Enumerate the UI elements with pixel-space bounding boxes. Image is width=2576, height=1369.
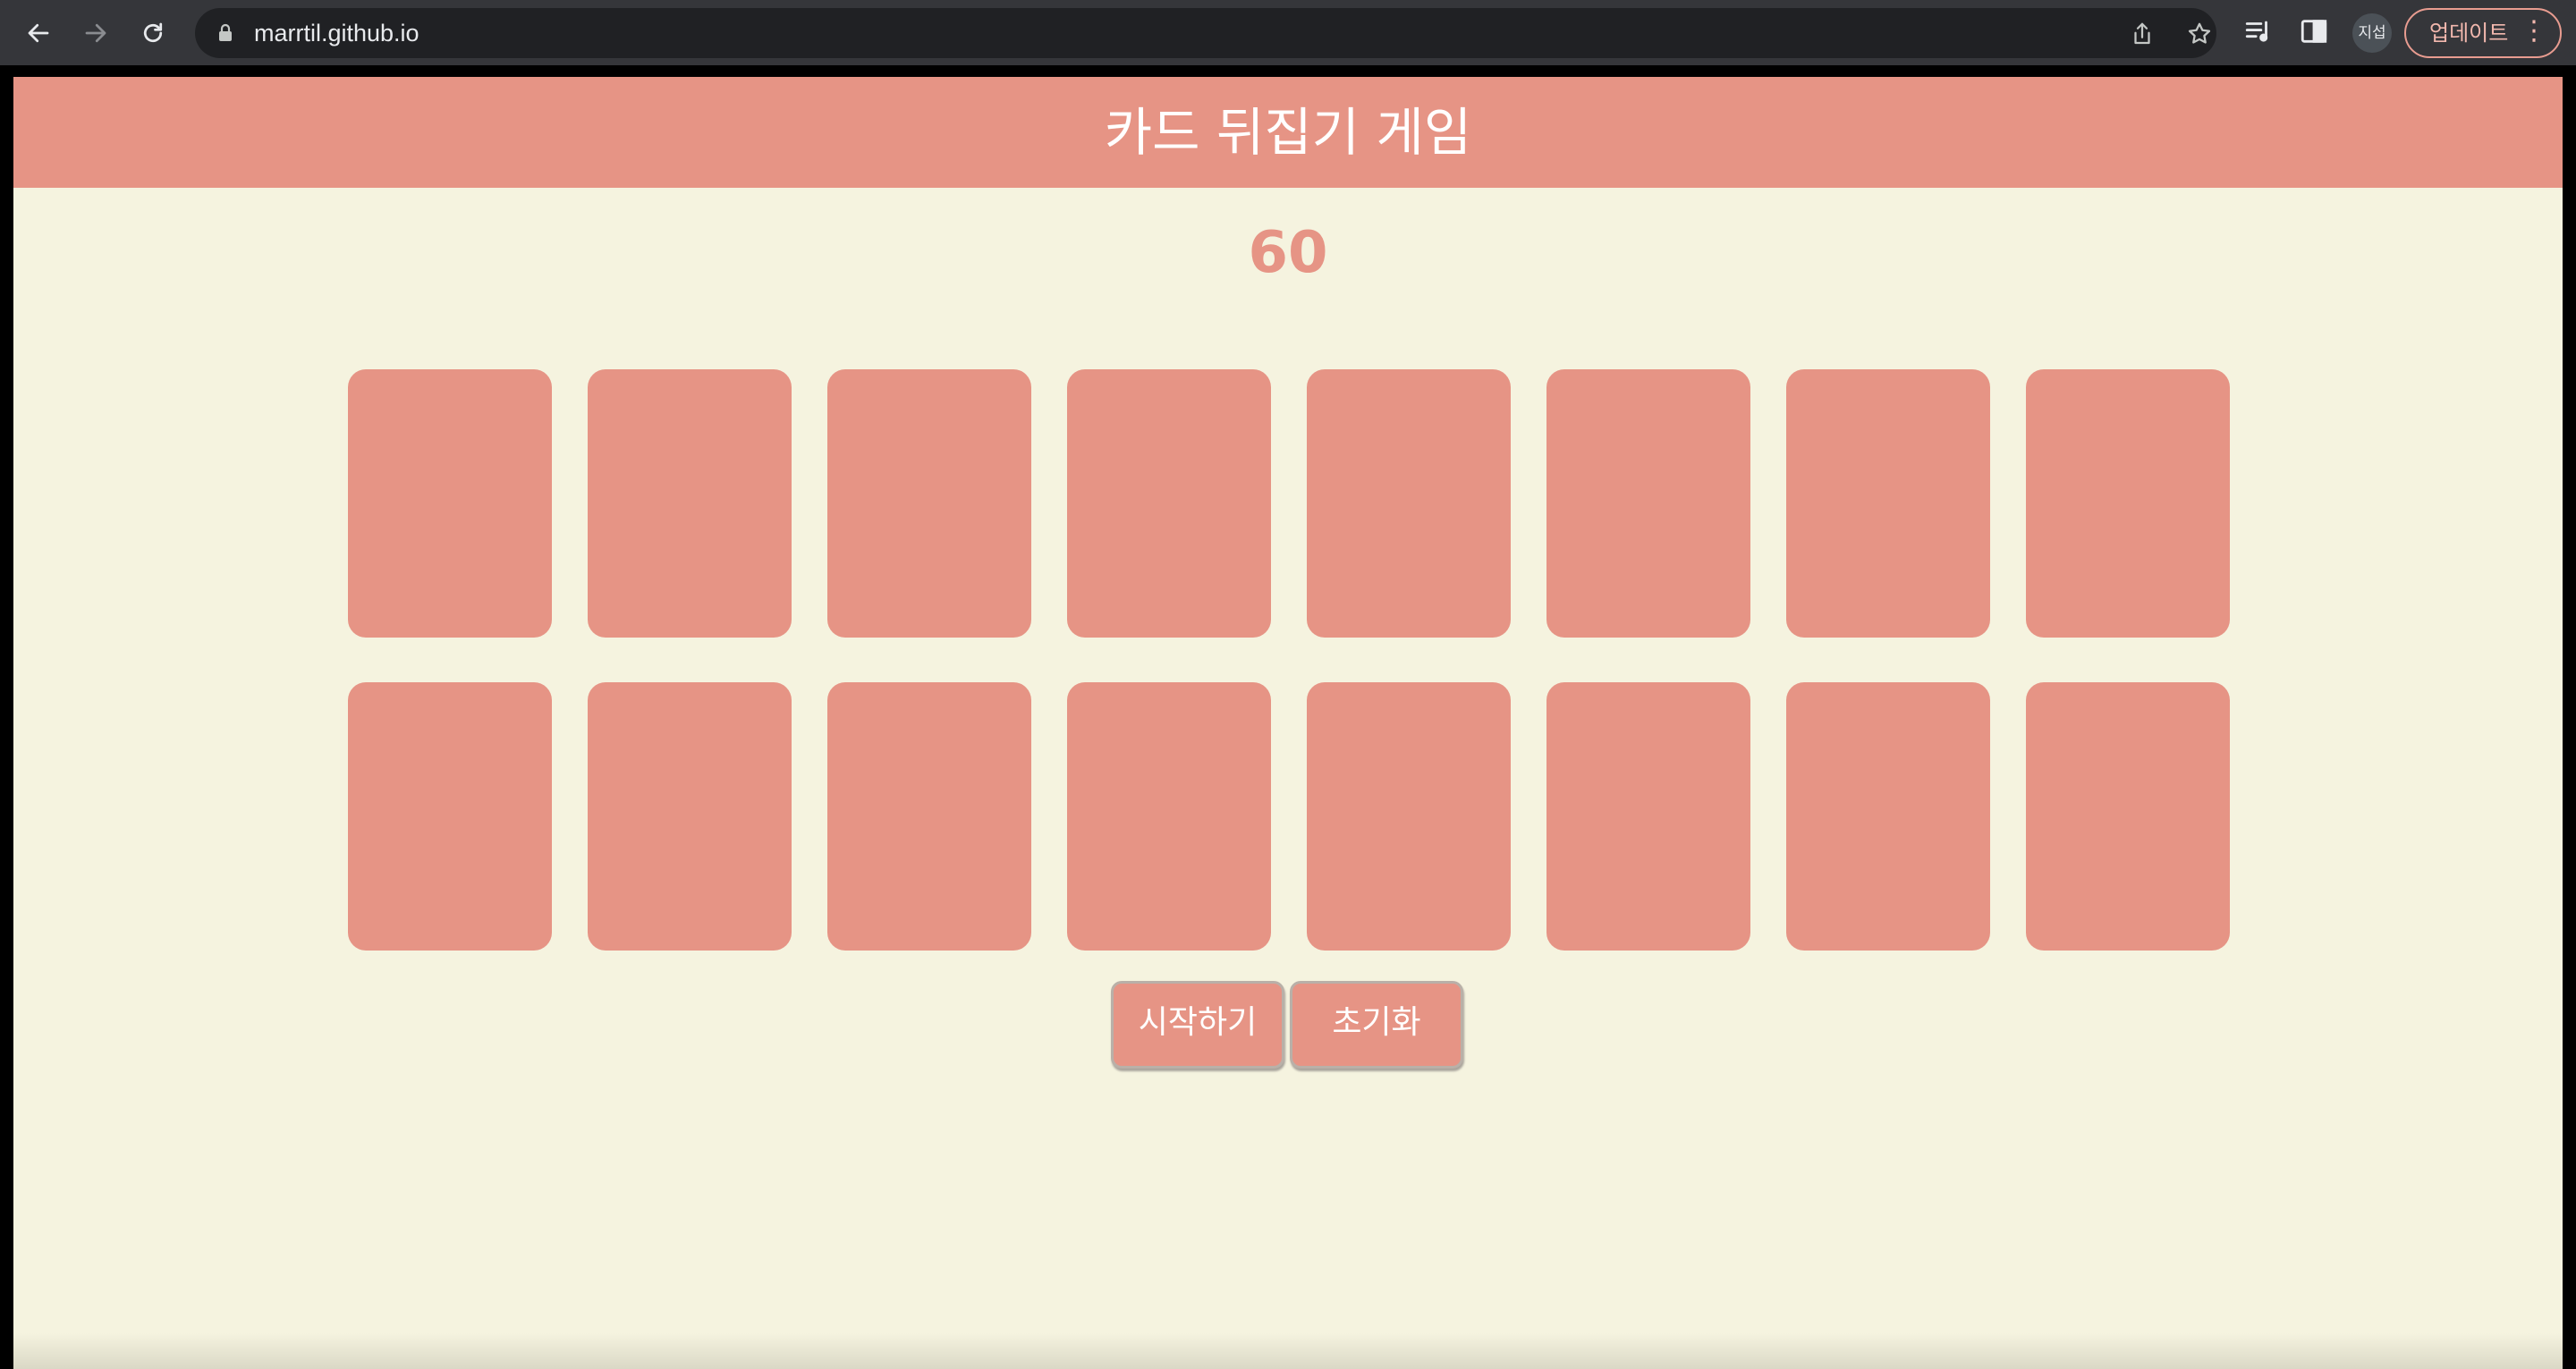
card-r2-c2[interactable] xyxy=(588,682,792,951)
share-icon[interactable] xyxy=(2129,21,2156,47)
page-viewport: 카드 뒤집기 게임 60 시작하기 초기화 xyxy=(13,77,2563,1369)
lock-icon xyxy=(219,23,232,41)
card-r2-c7[interactable] xyxy=(1786,682,1990,951)
card-r2-c6[interactable] xyxy=(1546,682,1750,951)
card-r1-c8[interactable] xyxy=(2026,369,2230,638)
profile-avatar[interactable]: 지섭 xyxy=(2352,13,2392,53)
forward-button[interactable] xyxy=(77,14,114,52)
reset-button[interactable]: 초기화 xyxy=(1290,981,1463,1069)
star-icon[interactable] xyxy=(2186,21,2213,47)
page-header: 카드 뒤집기 게임 xyxy=(13,77,2563,188)
card-r2-c1[interactable] xyxy=(348,682,552,951)
card-r2-c8[interactable] xyxy=(2026,682,2230,951)
more-vert-icon[interactable]: ⋮ xyxy=(2521,10,2547,53)
card-r2-c4[interactable] xyxy=(1067,682,1271,951)
reading-list-icon[interactable] xyxy=(2243,16,2274,46)
card-r1-c5[interactable] xyxy=(1307,369,1511,638)
reload-button[interactable] xyxy=(134,14,172,52)
card-r2-c5[interactable] xyxy=(1307,682,1511,951)
card-r1-c2[interactable] xyxy=(588,369,792,638)
browser-toolbar: marrtil.github.io 지섭 업데이트 ⋮ xyxy=(0,0,2576,65)
card-r1-c4[interactable] xyxy=(1067,369,1271,638)
card-r1-c3[interactable] xyxy=(827,369,1031,638)
card-r1-c6[interactable] xyxy=(1546,369,1750,638)
side-panel-icon[interactable] xyxy=(2299,16,2329,46)
timer-display: 60 xyxy=(1248,220,1328,286)
start-button[interactable]: 시작하기 xyxy=(1111,981,1284,1069)
back-button[interactable] xyxy=(20,14,57,52)
update-button[interactable]: 업데이트 ⋮ xyxy=(2404,8,2562,58)
back-icon xyxy=(28,23,49,43)
card-r2-c3[interactable] xyxy=(827,682,1031,951)
card-r1-c7[interactable] xyxy=(1786,369,1990,638)
update-label: 업데이트 xyxy=(2429,21,2509,46)
page-title: 카드 뒤집기 게임 xyxy=(1104,102,1472,163)
bottom-shade xyxy=(13,1333,2563,1369)
address-bar[interactable]: marrtil.github.io xyxy=(195,8,2216,58)
url-text[interactable]: marrtil.github.io xyxy=(254,8,419,58)
forward-icon xyxy=(85,23,106,43)
card-r1-c1[interactable] xyxy=(348,369,552,638)
reload-icon xyxy=(143,22,163,43)
